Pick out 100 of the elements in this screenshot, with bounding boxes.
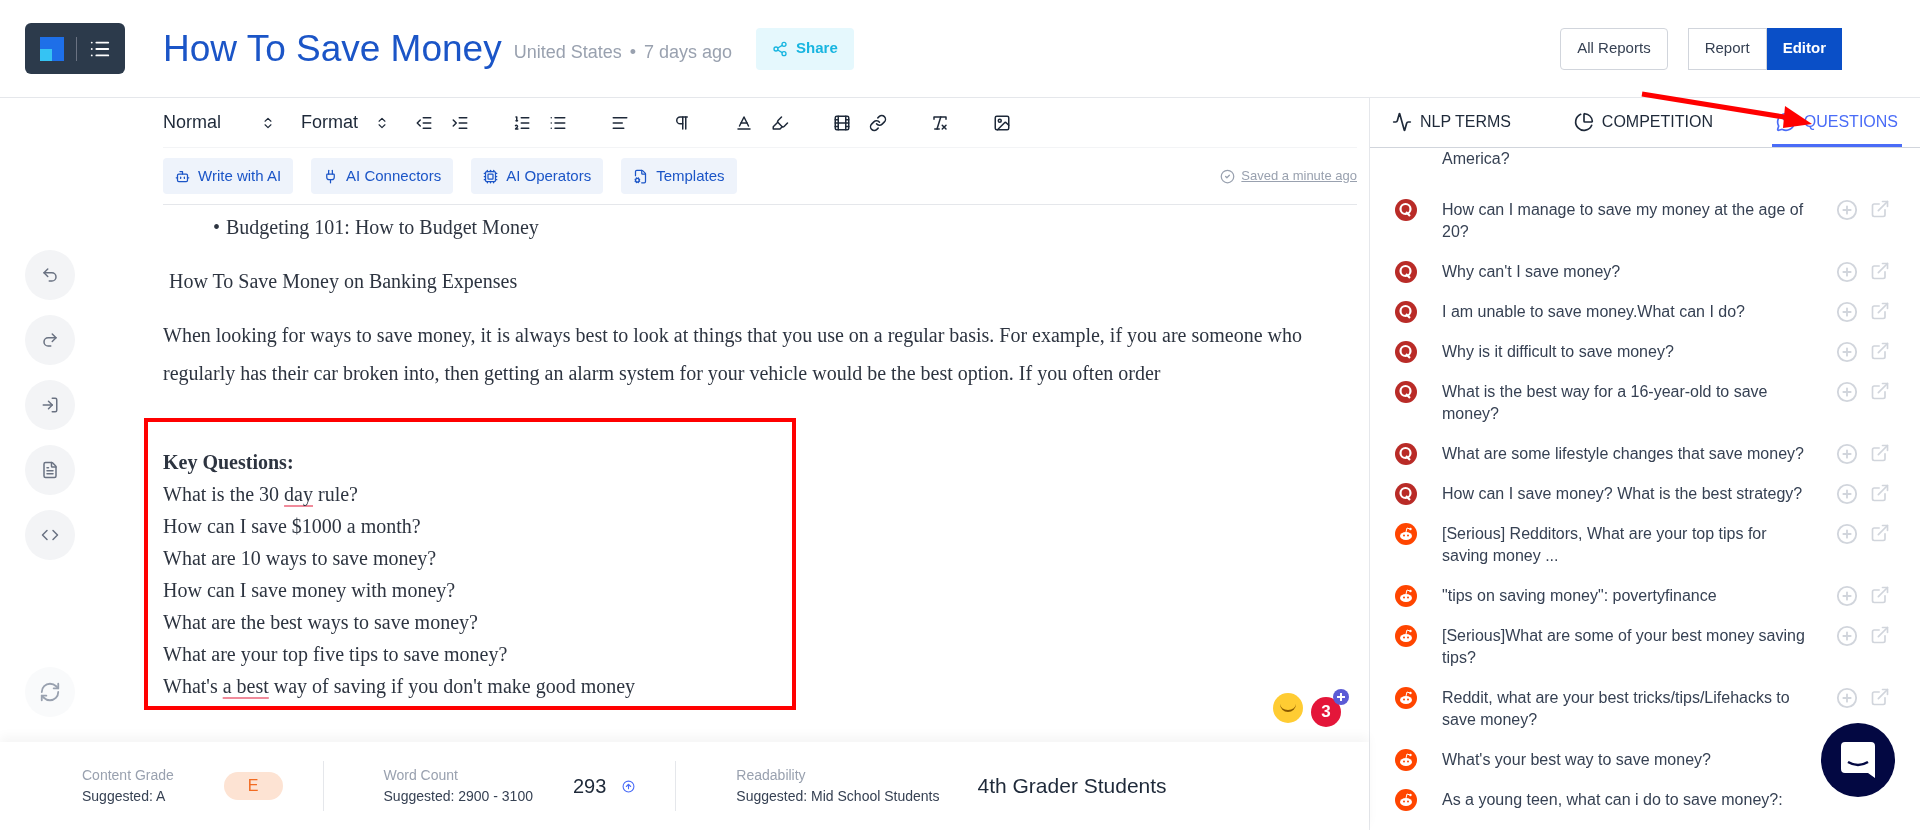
external-link-icon[interactable] bbox=[1870, 381, 1890, 401]
plus-icon[interactable] bbox=[1333, 689, 1349, 705]
code-button[interactable] bbox=[25, 510, 75, 560]
grade-badge: E bbox=[223, 772, 283, 800]
external-link-icon[interactable] bbox=[1870, 443, 1890, 463]
add-icon[interactable] bbox=[1836, 523, 1858, 545]
highlight-icon[interactable] bbox=[771, 113, 789, 132]
question-text[interactable]: Reddit, what are your best tricks/tips/Lifehacks to save money? bbox=[1442, 687, 1817, 731]
alien-head-icon bbox=[1395, 585, 1417, 607]
metric-label: Readability bbox=[736, 766, 807, 785]
style-select[interactable]: Format bbox=[301, 109, 397, 136]
notification-badge[interactable]: 3 bbox=[1311, 697, 1341, 727]
ai-tool-button[interactable]: AI Connectors bbox=[311, 158, 454, 194]
external-link-icon[interactable] bbox=[1870, 625, 1890, 645]
external-link-icon[interactable] bbox=[1870, 585, 1890, 605]
import-button[interactable] bbox=[25, 380, 75, 430]
external-link-icon[interactable] bbox=[1870, 261, 1890, 281]
separator-dot: • bbox=[629, 41, 637, 64]
ai-tool-button[interactable]: Templates bbox=[621, 158, 737, 194]
question-text[interactable]: Why can't I save money? bbox=[1442, 261, 1817, 283]
question-text[interactable]: [Serious]What are some of your best money saving tips? bbox=[1442, 625, 1817, 669]
film-icon[interactable] bbox=[833, 113, 851, 132]
question-line: What's a best way of saving if you don't make good money bbox=[163, 674, 637, 700]
metric-label: Word Count bbox=[383, 766, 459, 785]
panel-tab[interactable]: NLP TERMS bbox=[1388, 99, 1515, 147]
undo-icon bbox=[41, 266, 59, 284]
add-icon[interactable] bbox=[1836, 341, 1858, 363]
check-icon bbox=[1220, 168, 1236, 184]
pdf-button[interactable] bbox=[25, 445, 75, 495]
question-line: What is the 30 day rule? bbox=[163, 482, 359, 508]
question-text[interactable]: Why is it difficult to save money? bbox=[1442, 341, 1817, 363]
question-text[interactable]: What is the best way for a 16-year-old to save money? bbox=[1442, 381, 1817, 425]
add-icon[interactable] bbox=[1836, 483, 1858, 505]
robot-icon bbox=[175, 168, 190, 184]
question-line: What are 10 ways to save money? bbox=[163, 546, 438, 572]
section-heading: How To Save Money on Banking Expenses bbox=[169, 269, 519, 295]
hugging-emoji-icon[interactable] bbox=[1273, 693, 1303, 723]
bullet-item: Budgeting 101: How to Budget Money bbox=[226, 215, 539, 241]
line-chart-icon bbox=[1392, 111, 1412, 132]
pdf-icon bbox=[41, 461, 59, 479]
add-icon[interactable] bbox=[1836, 381, 1858, 403]
country-label: United States bbox=[513, 41, 622, 64]
question-line: What are the best ways to save money? bbox=[163, 610, 479, 636]
clear-format-icon[interactable] bbox=[931, 113, 949, 132]
panel-tab[interactable]: COMPETITION bbox=[1569, 99, 1717, 147]
question-text[interactable]: How can I save money? What is the best strategy? bbox=[1442, 483, 1817, 505]
question-text[interactable]: America? bbox=[1442, 148, 1817, 170]
q-circle-icon bbox=[1395, 261, 1417, 283]
question-text[interactable]: I am unable to save money.What can I do? bbox=[1442, 301, 1817, 323]
add-icon[interactable] bbox=[1836, 585, 1858, 607]
image-icon[interactable] bbox=[993, 113, 1011, 132]
external-link-icon[interactable] bbox=[1870, 483, 1890, 503]
saved-status: Saved a minute ago bbox=[1241, 167, 1357, 186]
external-link-icon[interactable] bbox=[1870, 523, 1890, 543]
question-text[interactable]: As a young teen, what can i do to save money?: bbox=[1442, 789, 1817, 811]
question-text[interactable]: "tips on saving money": povertyfinance bbox=[1442, 585, 1817, 607]
metric-suggestion: Suggested: 2900 - 3100 bbox=[383, 787, 533, 806]
age-label: 7 days ago bbox=[644, 41, 733, 64]
document-title: How To Save Money bbox=[163, 26, 502, 71]
question-text[interactable]: What's your best way to save money? bbox=[1442, 749, 1817, 771]
ai-tool-button[interactable]: AI Operators bbox=[471, 158, 604, 194]
question-text[interactable]: How can I manage to save my money at the age of 20? bbox=[1442, 199, 1817, 243]
external-link-icon[interactable] bbox=[1870, 301, 1890, 321]
q-circle-icon bbox=[1395, 381, 1417, 403]
style-select[interactable]: Normal bbox=[163, 109, 283, 136]
app-logo[interactable] bbox=[25, 23, 125, 74]
q-circle-icon bbox=[1395, 341, 1417, 363]
chat-bubble-icon bbox=[1841, 742, 1875, 778]
arrow-up-icon[interactable] bbox=[622, 779, 636, 793]
all-reports-button[interactable]: All Reports bbox=[1560, 27, 1668, 70]
metric-label: Content Grade bbox=[82, 766, 174, 785]
add-icon[interactable] bbox=[1836, 443, 1858, 465]
add-icon[interactable] bbox=[1836, 301, 1858, 323]
import-icon bbox=[41, 396, 59, 414]
add-icon[interactable] bbox=[1836, 261, 1858, 283]
external-link-icon[interactable] bbox=[1870, 341, 1890, 361]
metric-suggestion: Suggested: A bbox=[82, 787, 167, 806]
question-text[interactable]: What are some lifestyle changes that save money? bbox=[1442, 443, 1817, 465]
alien-head-icon bbox=[1395, 687, 1417, 709]
add-icon[interactable] bbox=[1836, 625, 1858, 647]
key-questions-title: Key Questions: bbox=[163, 450, 295, 476]
paragraph-icon[interactable] bbox=[673, 113, 691, 132]
add-icon[interactable] bbox=[1836, 199, 1858, 221]
question-line: What are your top five tips to save money? bbox=[163, 642, 509, 668]
question-text[interactable]: [Serious] Redditors, What are your top tips for saving money ... bbox=[1442, 523, 1817, 567]
question-line: How can I save money with money? bbox=[163, 578, 457, 604]
ordered-list-icon[interactable] bbox=[513, 113, 531, 132]
q-circle-icon bbox=[1395, 301, 1417, 323]
mode-tab[interactable]: Report bbox=[1687, 27, 1767, 70]
redo-button[interactable] bbox=[25, 315, 75, 365]
external-link-icon[interactable] bbox=[1870, 687, 1890, 707]
q-circle-icon bbox=[1395, 199, 1417, 221]
readability-value: 4th Grader Students bbox=[977, 773, 1167, 800]
ai-tool-button[interactable]: Write with AI bbox=[163, 158, 294, 194]
undo-button[interactable] bbox=[25, 250, 75, 300]
font-color-icon[interactable] bbox=[735, 113, 753, 132]
add-icon[interactable] bbox=[1836, 687, 1858, 709]
mode-tab[interactable]: Editor bbox=[1766, 27, 1842, 70]
external-link-icon[interactable] bbox=[1870, 199, 1890, 219]
link-icon[interactable] bbox=[869, 113, 887, 132]
